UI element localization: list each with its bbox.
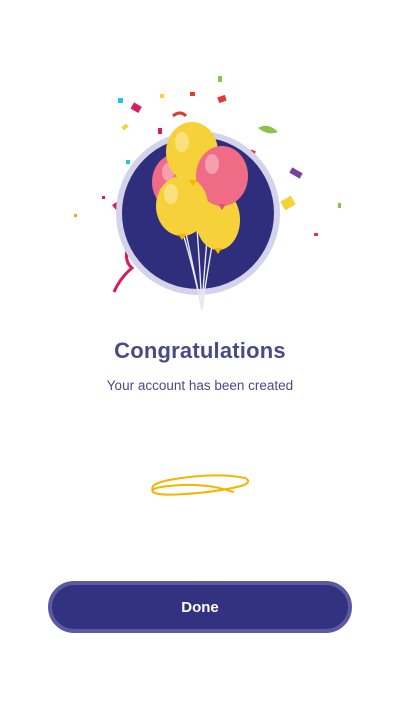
scribble-loader-icon <box>145 470 255 504</box>
page-subtitle: Your account has been created <box>106 378 294 393</box>
done-button[interactable]: Done <box>48 581 352 633</box>
success-screen: Congratulations Your account has been cr… <box>0 0 400 710</box>
balloons-confetti-icon <box>70 70 350 320</box>
page-title: Congratulations <box>114 338 286 363</box>
